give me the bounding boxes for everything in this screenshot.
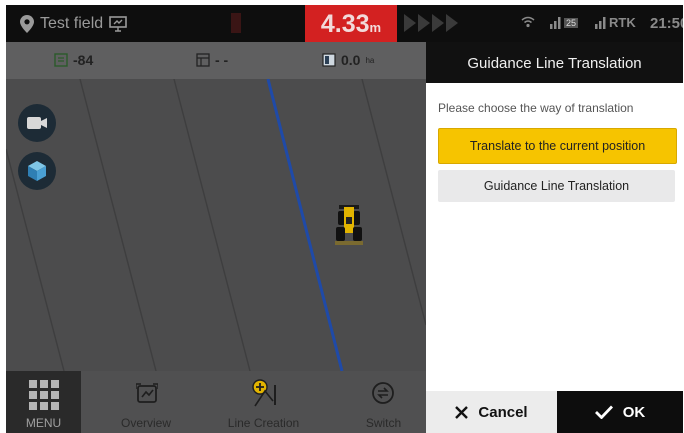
warning-marker <box>231 13 241 33</box>
satellite-signal-icon <box>550 17 561 29</box>
translate-current-position-button[interactable]: Translate to the current position <box>438 128 677 164</box>
menu-label: MENU <box>25 416 62 430</box>
tractor-icon <box>335 205 363 245</box>
map-view[interactable] <box>6 79 426 371</box>
camera-icon <box>27 117 47 129</box>
line-creation-label: Line Creation <box>227 416 300 430</box>
switch-label: Switch <box>365 416 402 430</box>
speed-value: 4.33 <box>320 10 370 38</box>
app-frame: Test field 4.33m 25 RTK 21:5 -84 - - 0.0… <box>6 5 683 433</box>
ok-label: OK <box>622 403 646 421</box>
area-value: 0.0 <box>341 52 361 68</box>
menu-button[interactable]: MENU <box>6 371 81 433</box>
close-icon <box>455 405 469 419</box>
speed-display: 4.33m <box>305 5 397 42</box>
overview-label: Overview <box>120 416 171 430</box>
work-info-bar: -84 - - 0.0 ha <box>6 42 426 79</box>
line-creation-button[interactable]: Line Creation <box>211 371 316 433</box>
cancel-button[interactable]: Cancel <box>426 391 557 433</box>
status-bar: Test field 4.33m 25 RTK 21:5 <box>6 5 683 42</box>
area-unit: ha <box>365 55 375 65</box>
checkmark-icon <box>594 405 613 419</box>
rtk-status: RTK <box>609 15 636 30</box>
offset-value: -84 <box>73 52 94 68</box>
grid-icon <box>196 53 210 67</box>
dialog-prompt: Please choose the way of translation <box>438 101 634 115</box>
section-value: - - <box>215 52 229 68</box>
guidance-lines <box>6 79 426 371</box>
field-selector[interactable]: Test field <box>20 15 127 33</box>
location-pin-icon <box>20 15 34 33</box>
dialog-title: Guidance Line Translation <box>426 42 683 83</box>
cancel-label: Cancel <box>478 403 528 421</box>
3d-view-button[interactable] <box>18 152 56 190</box>
overview-button[interactable]: Overview <box>96 371 196 433</box>
translation-dialog: Guidance Line Translation Please choose … <box>426 42 683 433</box>
bottom-navigation: MENU Overview Line Creation Switch <box>6 371 426 433</box>
ok-button[interactable]: OK <box>557 391 683 433</box>
wifi-icon <box>521 16 535 28</box>
field-offset-icon <box>54 53 68 67</box>
section-readout: - - <box>196 52 228 68</box>
offset-readout: -84 <box>54 52 93 68</box>
switch-icon <box>372 382 394 404</box>
satellite-count: 25 <box>564 18 579 28</box>
cube-icon <box>28 161 46 181</box>
presentation-icon <box>109 16 127 32</box>
area-readout: 0.0 ha <box>322 52 374 68</box>
direction-arrows-icon <box>404 14 458 32</box>
overview-icon <box>136 383 158 403</box>
clock: 21:50 <box>650 15 683 32</box>
area-icon <box>322 53 336 67</box>
rtk-signal-icon <box>595 17 606 29</box>
active-guidance-line <box>266 79 344 371</box>
switch-button[interactable]: Switch <box>341 371 426 433</box>
guidance-line-translation-button[interactable]: Guidance Line Translation <box>438 170 675 202</box>
line-creation-icon <box>252 379 276 407</box>
camera-button[interactable] <box>18 104 56 142</box>
speed-unit: m <box>369 20 382 35</box>
field-name: Test field <box>40 15 104 32</box>
